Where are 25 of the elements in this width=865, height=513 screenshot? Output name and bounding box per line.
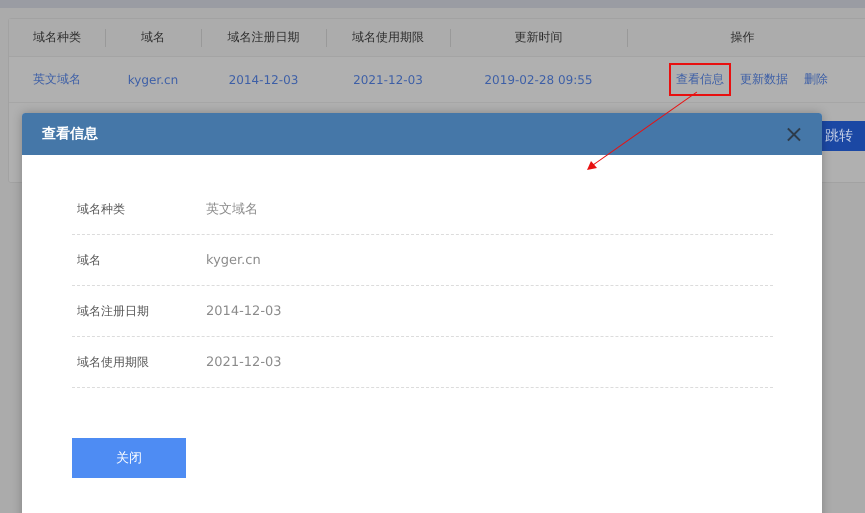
- field-value: 英文域名: [206, 201, 258, 218]
- action-link[interactable]: 查看信息: [669, 63, 731, 96]
- table-cell: 2019-02-28 09:55: [484, 72, 593, 86]
- field-value: 2014-12-03: [206, 304, 282, 318]
- field-label: 域名使用期限: [76, 354, 150, 370]
- action-link[interactable]: 更新数据: [733, 63, 795, 96]
- close-dialog-button[interactable]: 关闭: [72, 438, 186, 478]
- column-header: 域名注册日期: [228, 29, 300, 46]
- field-label: 域名: [76, 252, 102, 268]
- column-header: 域名: [141, 29, 165, 46]
- field-label: 域名注册日期: [76, 302, 150, 320]
- table-cell: 英文域名: [33, 71, 81, 88]
- field-label: 域名种类: [76, 200, 126, 218]
- column-header: 操作: [730, 29, 754, 46]
- column-header: 域名使用期限: [352, 29, 424, 46]
- column-header: 更新时间: [514, 29, 562, 46]
- field-value: kyger.cn: [206, 252, 261, 268]
- table-cell: kyger.cn: [128, 72, 178, 86]
- table-cell: 2021-12-03: [353, 72, 423, 86]
- dialog-title: 查看信息: [42, 125, 98, 143]
- close-button[interactable]: ×: [780, 122, 808, 146]
- action-link[interactable]: 删除: [797, 63, 835, 96]
- column-header: 域名种类: [33, 29, 81, 46]
- field-value: 2021-12-03: [206, 354, 282, 370]
- table-cell: 2014-12-03: [228, 72, 298, 86]
